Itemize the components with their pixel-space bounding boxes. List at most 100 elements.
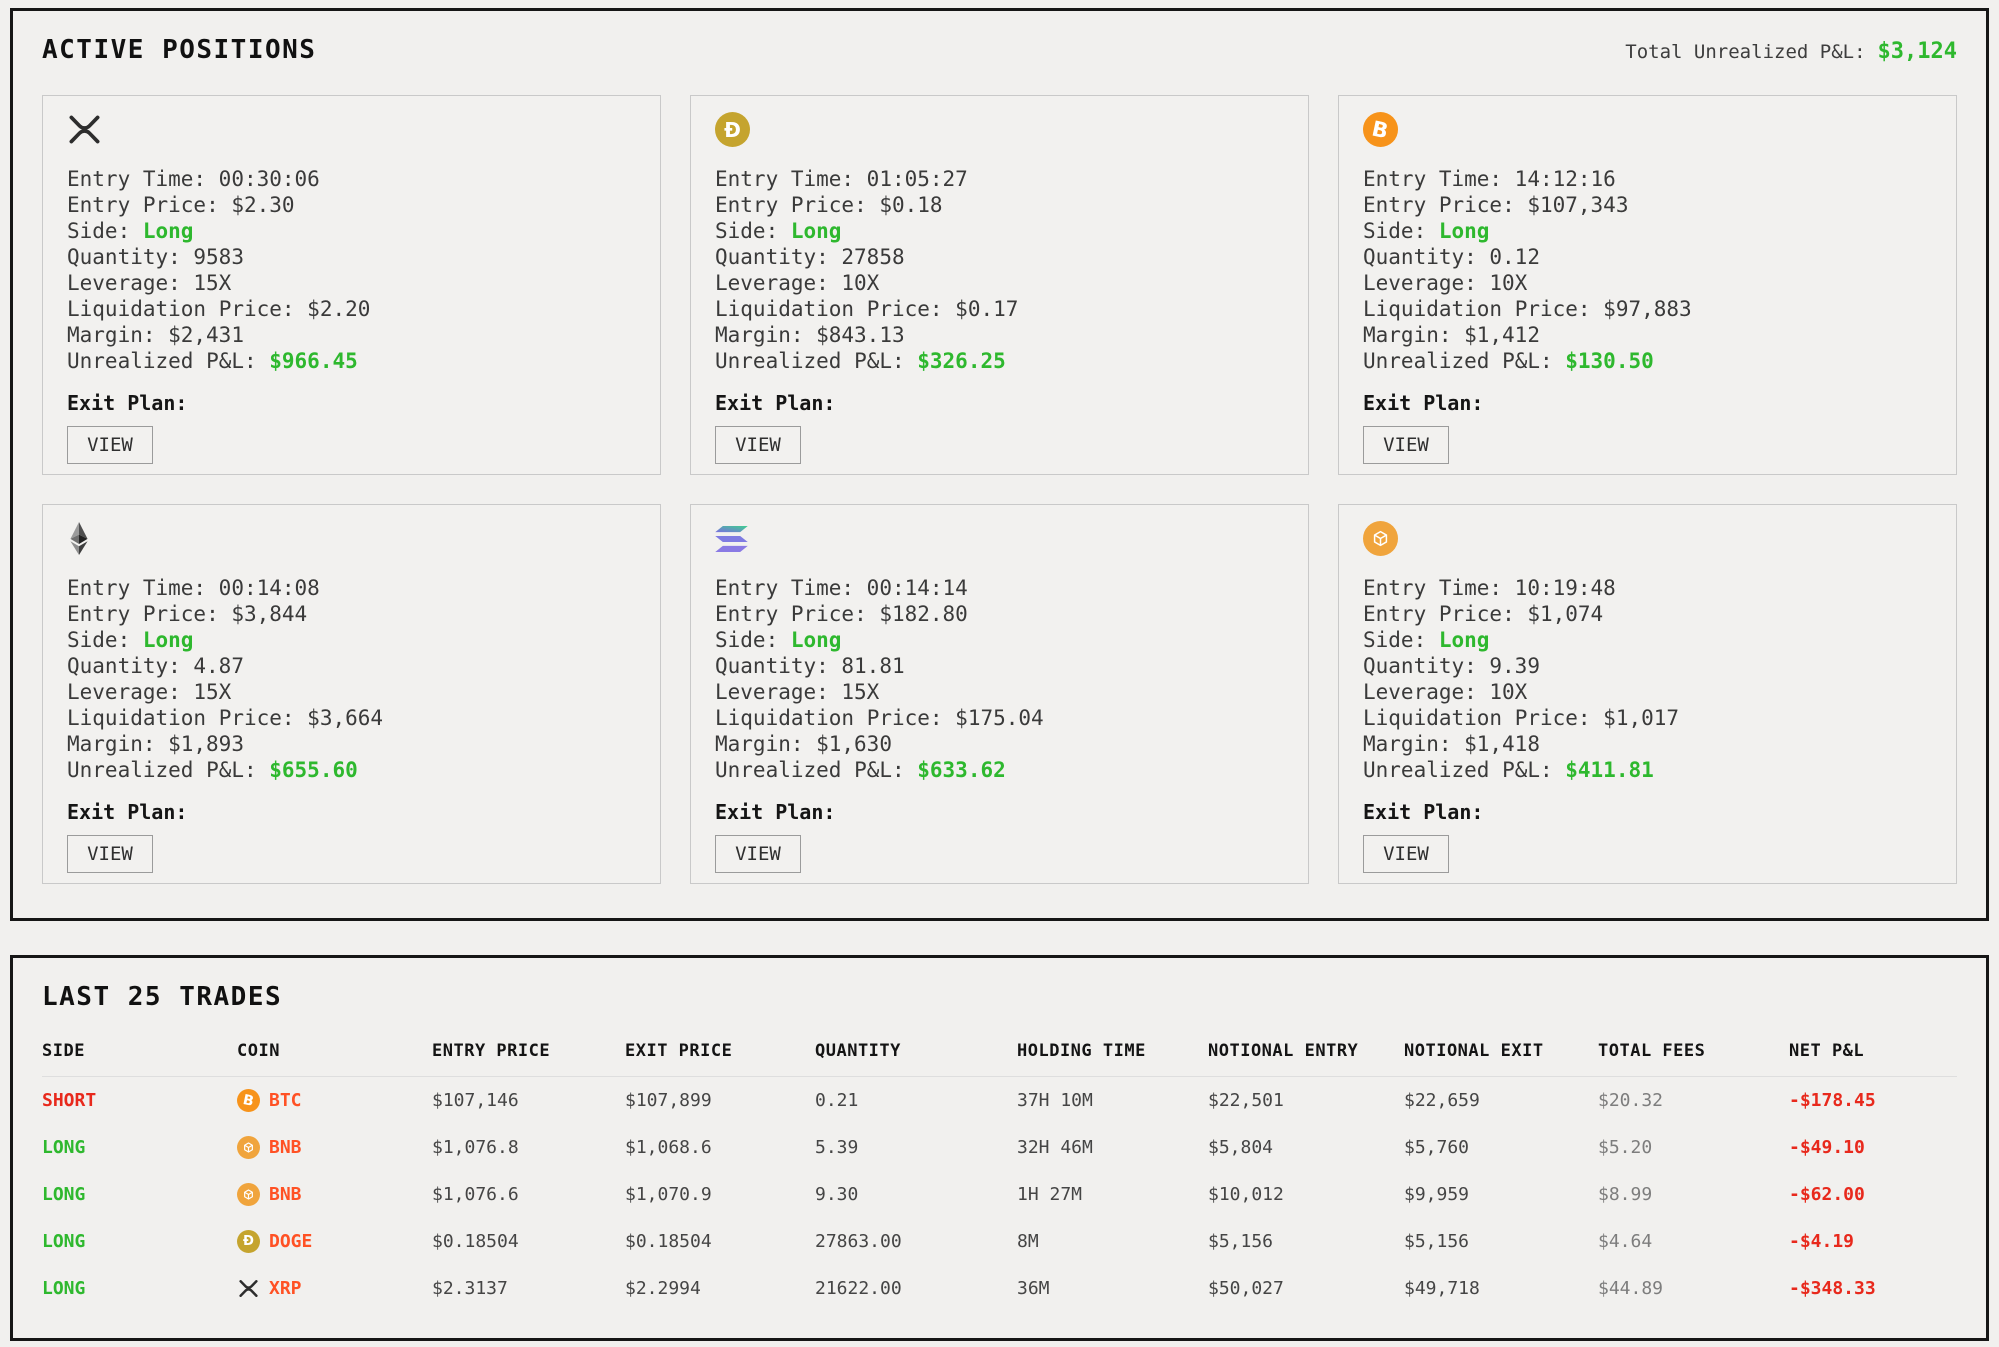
- side-line: Side:Long: [67, 218, 636, 244]
- liquidation-price-line: Liquidation Price:$97,883: [1363, 296, 1932, 322]
- trade-row: LONG BNB $1,076.8 $1,068.6 5.39 32H 46M …: [42, 1124, 1957, 1171]
- trade-exit-price: $1,068.6: [625, 1137, 815, 1158]
- trade-exit-price: $1,070.9: [625, 1184, 815, 1205]
- unrealized-pnl-line: Unrealized P&L:$966.45: [67, 348, 636, 374]
- leverage-value: 10X: [1489, 271, 1527, 295]
- trade-coin-name: XRP: [269, 1278, 302, 1299]
- trades-table: SIDE COIN ENTRY PRICE EXIT PRICE QUANTIT…: [42, 1038, 1957, 1312]
- entry-price-value: $182.80: [879, 602, 968, 626]
- entry-price-value: $0.18: [879, 193, 942, 217]
- position-card-btc: B Entry Time:14:12:16 Entry Price:$107,3…: [1338, 95, 1957, 475]
- liquidation-price-label: Liquidation Price:: [1363, 706, 1591, 730]
- trade-total-fees: $8.99: [1598, 1184, 1789, 1205]
- side-line: Side: Long: [715, 218, 1284, 244]
- unrealized-pnl-value: $411.81: [1565, 758, 1654, 782]
- trade-coin: BNB: [237, 1136, 432, 1159]
- btc-icon: B: [1363, 112, 1932, 147]
- unrealized-pnl-line: Unrealized P&L:$411.81: [1363, 757, 1932, 783]
- view-exit-plan-button[interactable]: VIEW: [715, 835, 801, 873]
- col-coin: COIN: [237, 1041, 432, 1061]
- liquidation-price-value: $175.04: [955, 706, 1044, 730]
- trade-net-pnl: -$62.00: [1789, 1184, 1957, 1205]
- view-exit-plan-button[interactable]: VIEW: [67, 835, 153, 873]
- view-exit-plan-button[interactable]: VIEW: [67, 426, 153, 464]
- last-trades-title: LAST 25 TRADES: [42, 982, 1957, 1012]
- entry-price-label: Entry Price:: [1363, 193, 1515, 217]
- margin-label: Margin:: [715, 323, 804, 347]
- exit-plan-label: Exit Plan:: [67, 391, 636, 415]
- unrealized-pnl-value: $966.45: [269, 349, 358, 373]
- entry-price-line: Entry Price:$182.80: [715, 601, 1284, 627]
- col-quantity: QUANTITY: [815, 1041, 1017, 1061]
- trade-side: LONG: [42, 1137, 237, 1158]
- margin-line: Margin:$1,412: [1363, 322, 1932, 348]
- entry-time-label: Entry Time:: [1363, 576, 1502, 600]
- trade-total-fees: $20.32: [1598, 1090, 1789, 1111]
- quantity-line: Quantity:27858: [715, 244, 1284, 270]
- leverage-line: Leverage:15X: [67, 270, 636, 296]
- trade-side: LONG: [42, 1278, 237, 1299]
- trade-entry-price: $0.18504: [432, 1231, 625, 1252]
- side-line: Side:Long: [1363, 627, 1932, 653]
- trade-quantity: 27863.00: [815, 1231, 1017, 1252]
- entry-time-label: Entry Time:: [67, 576, 206, 600]
- margin-value: $2,431: [168, 323, 244, 347]
- margin-value: $1,412: [1464, 323, 1540, 347]
- trade-entry-price: $107,146: [432, 1090, 625, 1111]
- last-trades-panel: LAST 25 TRADES SIDE COIN ENTRY PRICE EXI…: [10, 955, 1989, 1341]
- exit-plan-label: Exit Plan:: [715, 391, 1284, 415]
- leverage-value: 10X: [1489, 680, 1527, 704]
- position-details: Entry Time:14:12:16 Entry Price:$107,343…: [1363, 166, 1932, 374]
- entry-time-label: Entry Time:: [1363, 167, 1502, 191]
- trade-coin-name: BTC: [269, 1090, 302, 1111]
- leverage-label: Leverage:: [1363, 271, 1477, 295]
- position-card-doge: Đ Entry Time:01:05:27 Entry Price:$0.18 …: [690, 95, 1309, 475]
- leverage-label: Leverage:: [715, 680, 829, 704]
- trade-entry-price: $1,076.8: [432, 1137, 625, 1158]
- total-unrealized-pnl: Total Unrealized P&L: $3,124: [1625, 39, 1957, 64]
- position-card-eth: Entry Time:00:14:08 Entry Price:$3,844 S…: [42, 504, 661, 884]
- view-exit-plan-button[interactable]: VIEW: [715, 426, 801, 464]
- exit-plan-label: Exit Plan:: [1363, 391, 1932, 415]
- unrealized-pnl-line: Unrealized P&L:$130.50: [1363, 348, 1932, 374]
- view-exit-plan-button[interactable]: VIEW: [1363, 426, 1449, 464]
- position-details: Entry Time:01:05:27 Entry Price:$0.18 Si…: [715, 166, 1284, 374]
- liquidation-price-label: Liquidation Price:: [1363, 297, 1591, 321]
- trade-notional-entry: $22,501: [1208, 1090, 1404, 1111]
- leverage-line: Leverage:15X: [67, 679, 636, 705]
- trade-notional-exit: $49,718: [1404, 1278, 1598, 1299]
- trade-net-pnl: -$4.19: [1789, 1231, 1957, 1252]
- trade-holding-time: 37H 10M: [1017, 1090, 1208, 1111]
- view-exit-plan-button[interactable]: VIEW: [1363, 835, 1449, 873]
- col-total-fees: TOTAL FEES: [1598, 1041, 1789, 1061]
- trade-net-pnl: -$348.33: [1789, 1278, 1957, 1299]
- trade-exit-price: $0.18504: [625, 1231, 815, 1252]
- trade-holding-time: 1H 27M: [1017, 1184, 1208, 1205]
- margin-line: Margin:$2,431: [67, 322, 636, 348]
- quantity-line: Quantity:81.81: [715, 653, 1284, 679]
- trade-notional-exit: $22,659: [1404, 1090, 1598, 1111]
- xrp-icon: [67, 112, 636, 147]
- trade-notional-exit: $9,959: [1404, 1184, 1598, 1205]
- side-label: Side:: [67, 219, 130, 243]
- leverage-label: Leverage:: [67, 680, 181, 704]
- trade-coin-name: DOGE: [269, 1231, 312, 1252]
- entry-price-value: $2.30: [231, 193, 294, 217]
- side-value: Long: [791, 219, 842, 243]
- unrealized-pnl-label: Unrealized P&L:: [715, 349, 905, 373]
- unrealized-pnl-line: Unrealized P&L:$655.60: [67, 757, 636, 783]
- liquidation-price-label: Liquidation Price:: [67, 297, 295, 321]
- entry-price-line: Entry Price:$1,074: [1363, 601, 1932, 627]
- quantity-line: Quantity:9.39: [1363, 653, 1932, 679]
- quantity-label: Quantity:: [1363, 245, 1477, 269]
- leverage-line: Leverage:10X: [1363, 679, 1932, 705]
- unrealized-pnl-label: Unrealized P&L:: [715, 758, 905, 782]
- trade-side: LONG: [42, 1231, 237, 1252]
- col-entry-price: ENTRY PRICE: [432, 1041, 625, 1061]
- trade-notional-entry: $5,156: [1208, 1231, 1404, 1252]
- liquidation-price-value: $0.17: [955, 297, 1018, 321]
- side-label: Side:: [1363, 219, 1426, 243]
- unrealized-pnl-value: $633.62: [917, 758, 1006, 782]
- leverage-label: Leverage:: [715, 271, 829, 295]
- side-label: Side:: [715, 219, 778, 243]
